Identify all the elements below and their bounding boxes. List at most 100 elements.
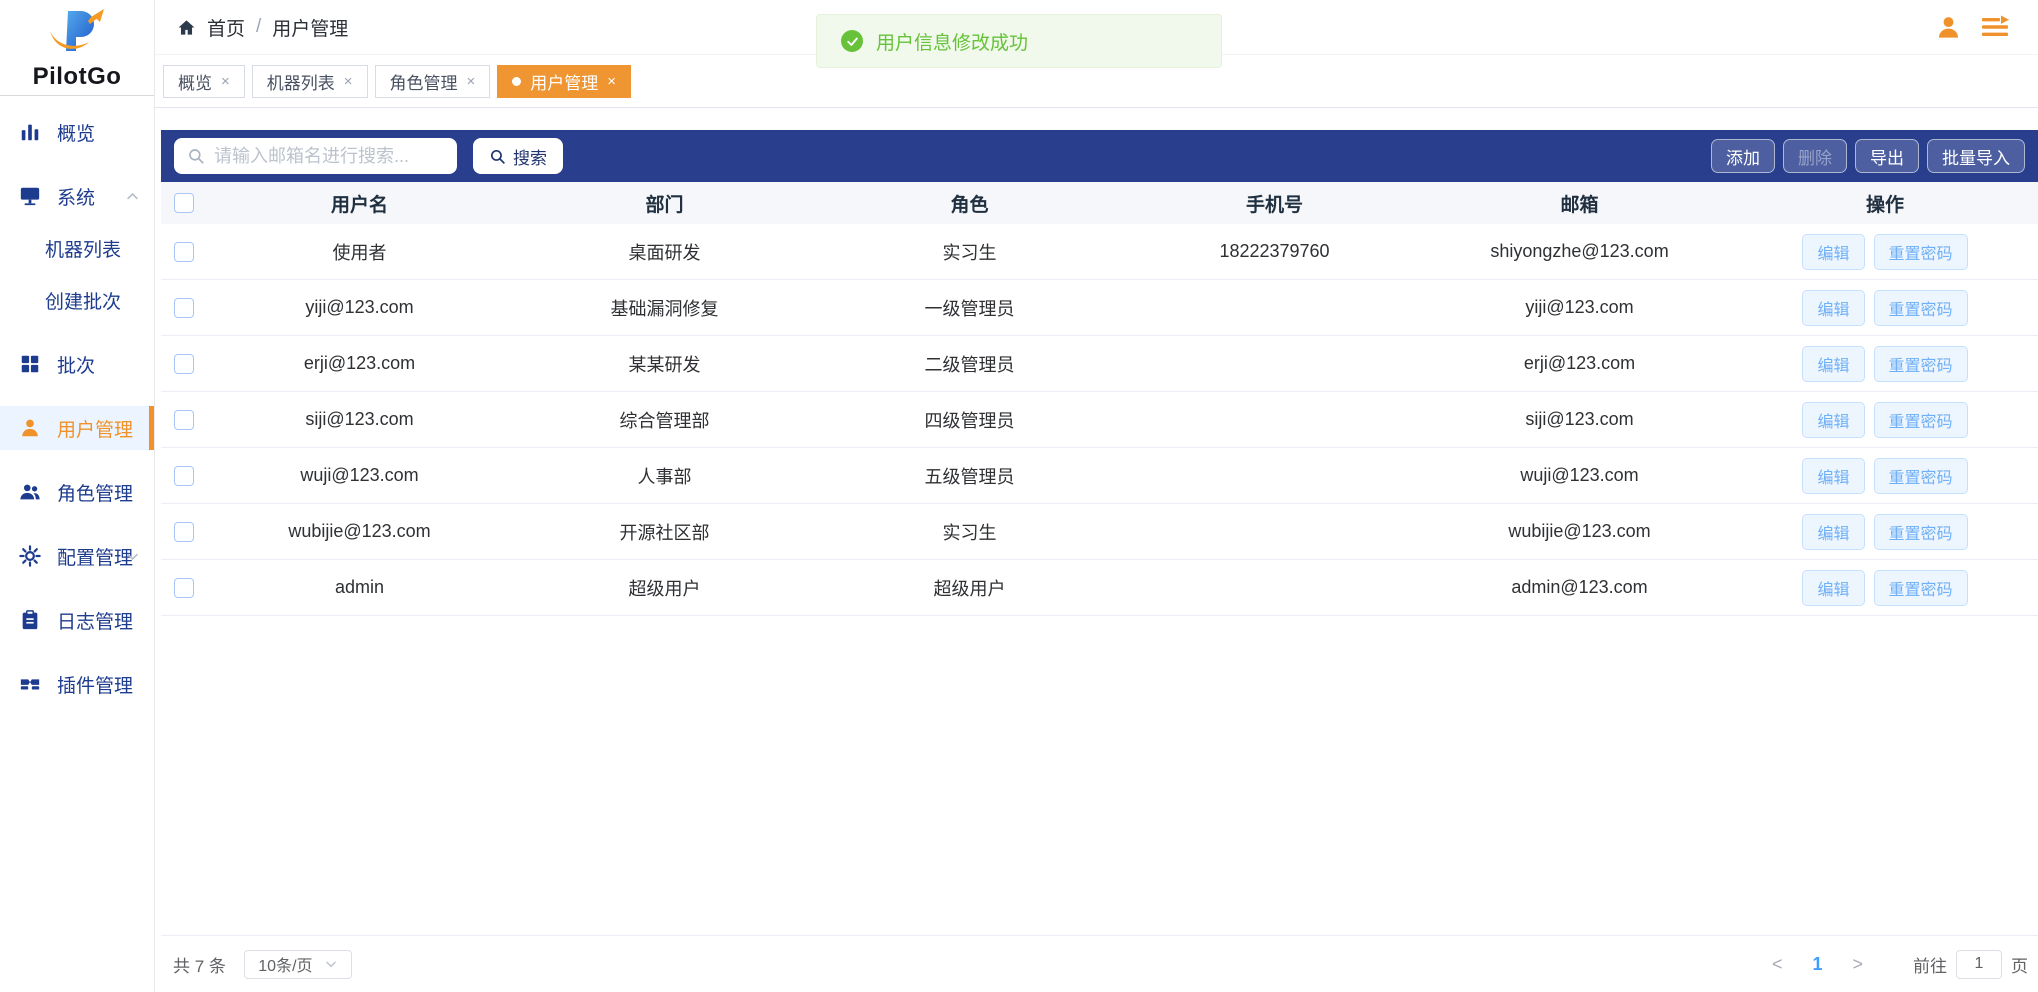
sidebar-item-label: 创建批次 [45,291,122,313]
edit-button[interactable]: 编辑 [1802,401,1865,438]
sidebar-item-system[interactable]: 系统 [0,174,154,218]
breadcrumb: 首页 / 用户管理 [177,14,348,41]
table-row: yiji@123.com 基础漏洞修复 一级管理员 yiji@123.com 编… [161,280,2038,336]
breadcrumb-home[interactable]: 首页 [207,14,245,41]
row-checkbox[interactable] [174,241,194,262]
cell-role: 超级用户 [933,578,1006,599]
sidebar-item-plugin-management[interactable]: 插件管理 [0,662,154,706]
reset-password-button[interactable]: 重置密码 [1873,569,1968,606]
reset-password-button[interactable]: 重置密码 [1873,289,1968,326]
table-row: admin 超级用户 超级用户 admin@123.com 编辑 重置密码 [161,560,2038,616]
sidebar-item-label: 角色管理 [57,483,134,505]
sidebar-item-label: 插件管理 [57,675,134,697]
sidebar-item-role-management[interactable]: 角色管理 [0,470,154,514]
select-all-checkbox[interactable] [174,193,194,213]
chevron-down-icon [324,957,338,971]
cell-username: wubijie@123.com [288,521,431,541]
clipboard-icon [18,608,42,632]
close-icon[interactable]: × [467,73,476,90]
add-button[interactable]: 添加 [1711,139,1775,173]
cell-role: 实习生 [942,242,997,263]
sidebar-item-log-management[interactable]: 日志管理 [0,598,154,642]
sidebar-item-overview[interactable]: 概览 [0,110,154,154]
edit-button[interactable]: 编辑 [1802,513,1865,550]
cell-email: yiji@123.com [1525,297,1634,317]
row-checkbox[interactable] [174,521,194,542]
column-header-department: 部门 [645,194,684,216]
sidebar-item-batch[interactable]: 批次 [0,342,154,386]
tab-label: 机器列表 [266,73,335,93]
table-toolbar: 搜索 添加 删除 导出 批量导入 [161,130,2038,182]
tab-user-management[interactable]: 用户管理 × [497,64,632,98]
cell-department: 基础漏洞修复 [610,298,719,319]
reset-password-button[interactable]: 重置密码 [1873,345,1968,382]
export-button[interactable]: 导出 [1855,139,1919,173]
row-checkbox[interactable] [174,465,194,486]
page-size-select[interactable]: 10条/页 [243,949,352,979]
pagination-bar: 共 7 条 10条/页 < 1 > 前往 页 [161,935,2038,992]
sidebar-item-machine-list[interactable]: 机器列表 [0,226,154,270]
main-area: 首页 / 用户管理 概览 × 机器列表 × 角色管理 × 用户管理 × 请输入邮… [155,0,2038,992]
row-checkbox[interactable] [174,353,194,374]
cell-role: 四级管理员 [924,410,1015,431]
edit-button[interactable]: 编辑 [1802,289,1865,326]
table-row: erji@123.com 某某研发 二级管理员 erji@123.com 编辑 … [161,336,2038,392]
sidebar-item-user-management[interactable]: 用户管理 [0,406,154,450]
reset-password-button[interactable]: 重置密码 [1873,457,1968,494]
search-input[interactable] [214,145,446,167]
edit-button[interactable]: 编辑 [1802,233,1865,270]
search-button-label: 搜索 [513,148,547,168]
reset-password-button[interactable]: 重置密码 [1873,233,1968,270]
user-icon [18,416,42,440]
cell-username: wuji@123.com [300,465,419,485]
cell-email: admin@123.com [1511,577,1648,597]
total-count-label: 共 7 条 [173,956,226,976]
column-header-email: 邮箱 [1560,194,1599,216]
table-row: wuji@123.com 人事部 五级管理员 wuji@123.com 编辑 重… [161,448,2038,504]
close-icon[interactable]: × [344,73,353,90]
search-icon [489,148,506,165]
edit-button[interactable]: 编辑 [1802,457,1865,494]
row-checkbox[interactable] [174,577,194,598]
row-checkbox[interactable] [174,409,194,430]
tab-machine-list[interactable]: 机器列表 × [251,64,368,98]
table-header-row: 用户名 部门 角色 手机号 邮箱 操作 [161,182,2038,224]
column-header-role: 角色 [950,194,989,216]
goto-page-input[interactable] [1956,949,2002,979]
edit-button[interactable]: 编辑 [1802,569,1865,606]
page-size-value: 10条/页 [258,958,313,975]
sidebar-item-label: 用户管理 [57,419,134,441]
sidebar-item-label: 概览 [57,123,96,145]
sidebar-item-config-management[interactable]: 配置管理 [0,534,154,578]
edit-button[interactable]: 编辑 [1802,345,1865,382]
tab-role-management[interactable]: 角色管理 × [374,64,491,98]
close-icon[interactable]: × [607,73,616,90]
column-header-phone: 手机号 [1245,194,1303,216]
next-page-button[interactable]: > [1836,954,1879,975]
cell-role: 二级管理员 [924,354,1015,375]
reset-password-button[interactable]: 重置密码 [1873,401,1968,438]
cell-username: admin [334,577,385,597]
header-actions [1935,14,2010,41]
cell-role: 实习生 [942,522,997,543]
reset-password-button[interactable]: 重置密码 [1873,513,1968,550]
table-row: siji@123.com 综合管理部 四级管理员 siji@123.com 编辑… [161,392,2038,448]
current-page[interactable]: 1 [1798,954,1836,975]
sidebar-item-label: 配置管理 [57,547,134,569]
user-profile-icon[interactable] [1935,14,1962,41]
collapse-menu-icon[interactable] [1980,14,2010,40]
cell-email: wuji@123.com [1520,465,1639,485]
sidebar-item-create-batch[interactable]: 创建批次 [0,278,154,322]
tab-overview[interactable]: 概览 × [163,64,245,98]
cell-email: siji@123.com [1525,409,1634,429]
batch-import-button[interactable]: 批量导入 [1927,139,2025,173]
tab-label: 概览 [178,73,212,93]
row-checkbox[interactable] [174,297,194,318]
close-icon[interactable]: × [221,73,230,90]
sidebar: PilotGo 概览 系统 机器列表 创建批次 批次 用户管理 角色管理 配置管… [0,0,155,992]
users-icon [18,480,42,504]
delete-button[interactable]: 删除 [1783,139,1847,173]
search-button[interactable]: 搜索 [473,138,563,174]
prev-page-button[interactable]: < [1756,954,1799,975]
goto-page: 前往 页 [1913,949,2028,979]
